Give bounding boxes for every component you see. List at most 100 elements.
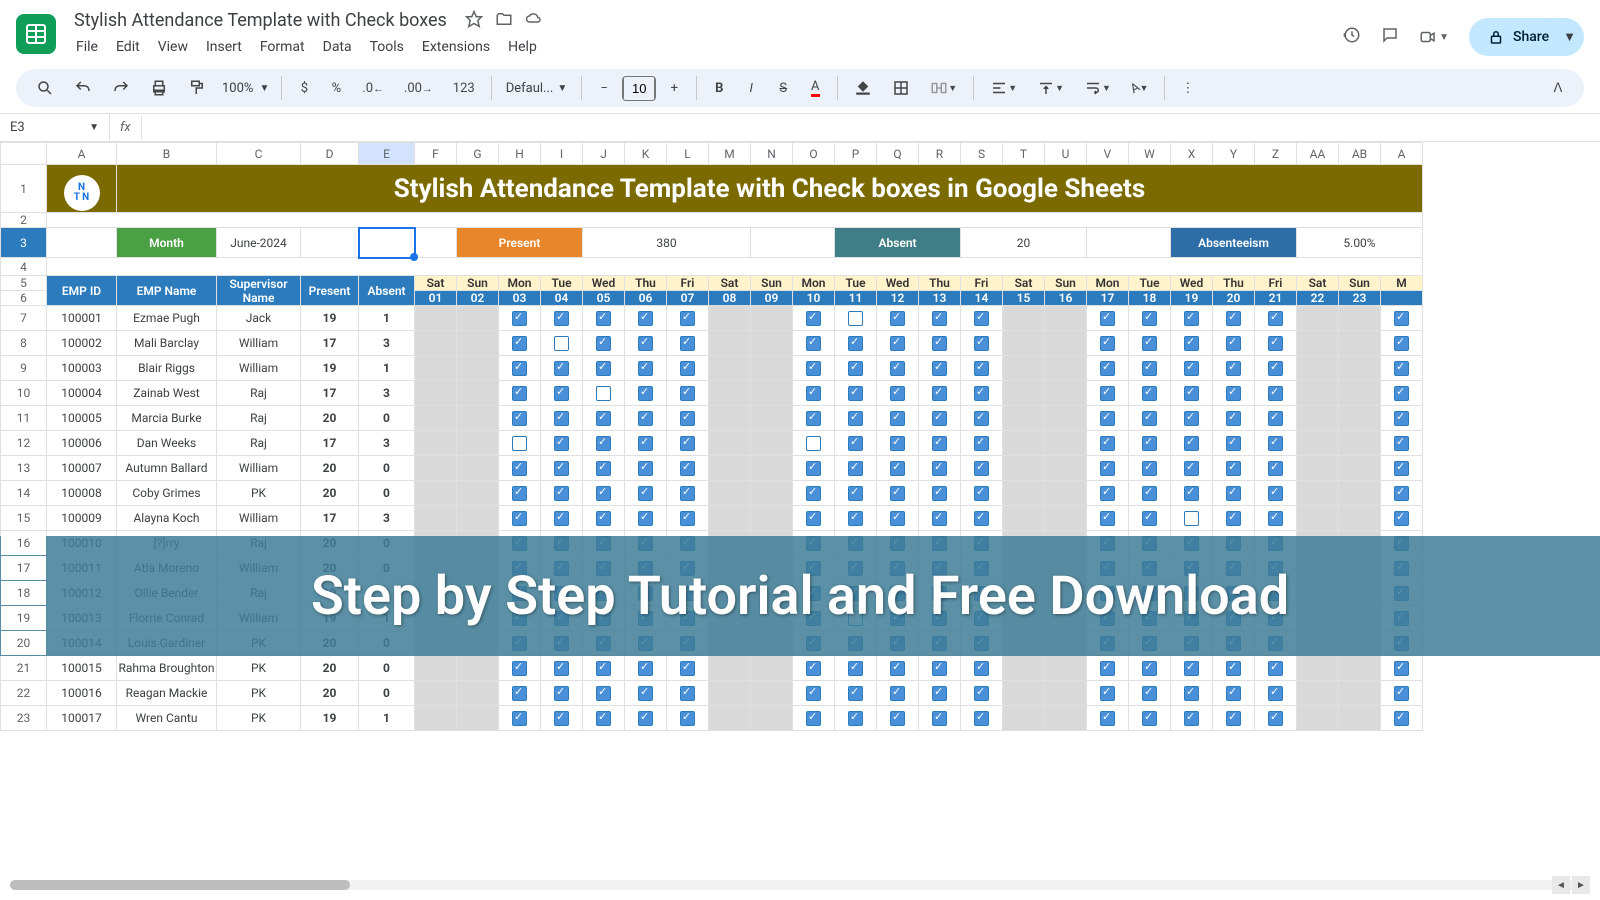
checkbox-cell[interactable] — [1129, 456, 1171, 481]
checkbox-cell[interactable] — [1171, 331, 1213, 356]
checkbox-cell[interactable] — [1129, 306, 1171, 331]
row-header[interactable]: 18 — [1, 581, 47, 606]
emp-name[interactable]: Coby Grimes — [117, 481, 217, 506]
checkbox-cell[interactable] — [1213, 381, 1255, 406]
checkbox-checked-icon[interactable] — [1142, 361, 1157, 376]
checkbox-checked-icon[interactable] — [848, 411, 863, 426]
weekend-cell[interactable] — [1339, 381, 1381, 406]
more-formats-icon[interactable]: 123 — [445, 75, 483, 102]
weekend-cell[interactable] — [415, 656, 457, 681]
checkbox-checked-icon[interactable] — [512, 386, 527, 401]
checkbox-cell[interactable] — [541, 356, 583, 381]
supervisor[interactable]: PK — [217, 706, 301, 731]
checkbox-cell[interactable] — [961, 506, 1003, 531]
checkbox-cell[interactable] — [541, 706, 583, 731]
checkbox-cell[interactable] — [961, 331, 1003, 356]
checkbox-checked-icon[interactable] — [1100, 686, 1115, 701]
checkbox-checked-icon[interactable] — [974, 711, 989, 726]
emp-name[interactable]: Autumn Ballard — [117, 456, 217, 481]
checkbox-checked-icon[interactable] — [638, 386, 653, 401]
present-count[interactable]: 20 — [301, 456, 359, 481]
spreadsheet-grid[interactable]: ABCDEFGHIJKLMNOPQRSTUVWXYZAAABA 1NT NSty… — [0, 142, 1600, 857]
checkbox-checked-icon[interactable] — [1100, 511, 1115, 526]
checkbox-checked-icon[interactable] — [1226, 461, 1241, 476]
checkbox-cell[interactable] — [583, 456, 625, 481]
row-header[interactable]: 11 — [1, 406, 47, 431]
row-header[interactable]: 9 — [1, 356, 47, 381]
weekend-cell[interactable] — [709, 481, 751, 506]
checkbox-cell[interactable] — [625, 356, 667, 381]
weekend-cell[interactable] — [1045, 331, 1087, 356]
checkbox-cell[interactable] — [667, 356, 709, 381]
emp-name[interactable]: Wren Cantu — [117, 706, 217, 731]
checkbox-checked-icon[interactable] — [638, 436, 653, 451]
checkbox-checked-icon[interactable] — [806, 511, 821, 526]
checkbox-checked-icon[interactable] — [554, 486, 569, 501]
checkbox-checked-icon[interactable] — [1100, 411, 1115, 426]
checkbox-checked-icon[interactable] — [1184, 411, 1199, 426]
checkbox-cell[interactable] — [583, 331, 625, 356]
bold-icon[interactable]: B — [705, 75, 733, 102]
checkbox-cell[interactable] — [1255, 481, 1297, 506]
emp-name[interactable]: Dan Weeks — [117, 431, 217, 456]
checkbox-checked-icon[interactable] — [638, 311, 653, 326]
checkbox-checked-icon[interactable] — [974, 486, 989, 501]
checkbox-cell[interactable] — [625, 456, 667, 481]
weekend-cell[interactable] — [1003, 656, 1045, 681]
menu-insert[interactable]: Insert — [198, 35, 250, 59]
present-count[interactable]: 19 — [301, 706, 359, 731]
checkbox-checked-icon[interactable] — [1184, 336, 1199, 351]
row-header[interactable]: 7 — [1, 306, 47, 331]
weekend-cell[interactable] — [709, 456, 751, 481]
emp-name[interactable]: Marcia Burke — [117, 406, 217, 431]
checkbox-unchecked-icon[interactable] — [848, 311, 863, 326]
checkbox-cell[interactable] — [499, 356, 541, 381]
checkbox-checked-icon[interactable] — [890, 411, 905, 426]
row-header[interactable]: 16 — [1, 531, 47, 556]
checkbox-cell[interactable] — [835, 706, 877, 731]
weekend-cell[interactable] — [1297, 481, 1339, 506]
checkbox-checked-icon[interactable] — [1268, 486, 1283, 501]
cloud-icon[interactable] — [525, 10, 543, 32]
weekend-cell[interactable] — [1297, 406, 1339, 431]
emp-id[interactable]: 100017 — [47, 706, 117, 731]
checkbox-checked-icon[interactable] — [554, 411, 569, 426]
checkbox-checked-icon[interactable] — [974, 686, 989, 701]
checkbox-cell[interactable] — [1171, 506, 1213, 531]
checkbox-checked-icon[interactable] — [890, 461, 905, 476]
checkbox-checked-icon[interactable] — [1226, 486, 1241, 501]
checkbox-checked-icon[interactable] — [1100, 486, 1115, 501]
weekend-cell[interactable] — [751, 331, 793, 356]
checkbox-checked-icon[interactable] — [596, 686, 611, 701]
emp-id[interactable]: 100008 — [47, 481, 117, 506]
supervisor[interactable]: PK — [217, 481, 301, 506]
row-header[interactable]: 5 — [1, 276, 47, 291]
checkbox-cell[interactable] — [1213, 306, 1255, 331]
checkbox-checked-icon[interactable] — [1184, 386, 1199, 401]
weekend-cell[interactable] — [1339, 431, 1381, 456]
history-icon[interactable] — [1343, 26, 1361, 48]
weekend-cell[interactable] — [709, 431, 751, 456]
row-header[interactable]: 1 — [1, 165, 47, 213]
checkbox-checked-icon[interactable] — [932, 461, 947, 476]
checkbox-checked-icon[interactable] — [680, 361, 695, 376]
checkbox-checked-icon[interactable] — [554, 386, 569, 401]
checkbox-checked-icon[interactable] — [596, 336, 611, 351]
checkbox-cell[interactable] — [541, 381, 583, 406]
menu-extensions[interactable]: Extensions — [414, 35, 498, 59]
checkbox-checked-icon[interactable] — [1142, 336, 1157, 351]
checkbox-checked-icon[interactable] — [596, 361, 611, 376]
weekend-cell[interactable] — [1339, 356, 1381, 381]
checkbox-checked-icon[interactable] — [806, 711, 821, 726]
checkbox-cell[interactable] — [835, 406, 877, 431]
absent-count[interactable]: 0 — [359, 681, 415, 706]
col-header[interactable]: I — [541, 143, 583, 165]
checkbox-cell[interactable] — [877, 656, 919, 681]
checkbox-cell[interactable] — [919, 356, 961, 381]
checkbox-checked-icon[interactable] — [1394, 311, 1409, 326]
checkbox-checked-icon[interactable] — [512, 711, 527, 726]
absent-count[interactable]: 3 — [359, 331, 415, 356]
checkbox-cell[interactable] — [667, 656, 709, 681]
weekend-cell[interactable] — [1045, 381, 1087, 406]
checkbox-cell[interactable] — [1381, 456, 1423, 481]
